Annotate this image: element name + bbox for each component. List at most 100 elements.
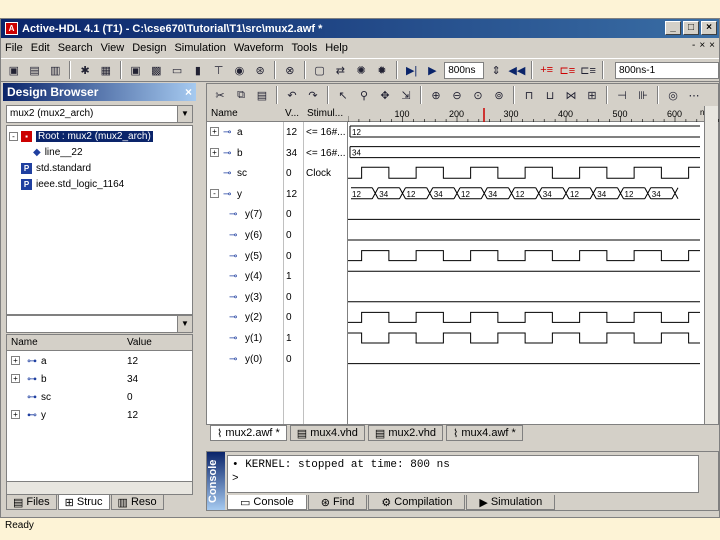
run-icon[interactable]: ▶ xyxy=(424,61,442,79)
zoom-range-icon[interactable]: ⊚ xyxy=(490,86,508,104)
vertical-scrollbar[interactable] xyxy=(704,106,718,424)
column-name[interactable]: Name xyxy=(211,108,238,119)
library-icon[interactable]: ▮ xyxy=(189,61,207,79)
paste-icon[interactable]: ▤ xyxy=(253,86,271,104)
menu-simulation[interactable]: Simulation xyxy=(174,42,225,54)
top-level-selector[interactable]: mux2 (mux2_arch) ▼ xyxy=(6,105,193,123)
design-browser-close-icon[interactable]: × xyxy=(185,85,192,99)
table-row[interactable]: + ⊶ b 34 xyxy=(7,371,192,389)
chevron-down-icon[interactable]: ▼ xyxy=(177,106,192,122)
tree-item-root[interactable]: - ▪ Root : mux2 (mux2_arch) xyxy=(9,128,153,144)
compile-icon[interactable]: ✱ xyxy=(76,61,94,79)
run-until-icon[interactable]: ▶| xyxy=(403,61,421,79)
tab-structure[interactable]: ⊞ Struc xyxy=(57,495,110,510)
expand-icon[interactable]: + xyxy=(11,410,20,419)
breakpoint-icon[interactable]: ⊏≡ xyxy=(559,61,577,79)
tab-files[interactable]: ▤ Files xyxy=(6,495,57,510)
app-icon[interactable]: A xyxy=(5,22,18,35)
pointer-icon[interactable]: ↖ xyxy=(334,86,352,104)
collapse-icon[interactable]: - xyxy=(9,131,18,141)
waveform-icon[interactable]: ▭ xyxy=(168,61,186,79)
menu-search[interactable]: Search xyxy=(58,42,93,54)
signal-add-icon[interactable]: ⊣ xyxy=(613,86,631,104)
add-signal-icon[interactable]: +≡ xyxy=(538,61,556,79)
sim-end-field[interactable] xyxy=(615,61,719,79)
tab-find[interactable]: ⊛ Find xyxy=(307,495,368,510)
spin-icon[interactable]: ⇕ xyxy=(487,61,505,79)
console-icon[interactable]: ▩ xyxy=(148,61,166,79)
redo-icon[interactable]: ↷ xyxy=(304,86,322,104)
measure-icon[interactable]: ⇲ xyxy=(397,86,415,104)
pan-icon[interactable]: ✥ xyxy=(376,86,394,104)
table-row[interactable]: + ⊷ y 12 xyxy=(7,407,192,425)
arrows-icon[interactable]: ⇄ xyxy=(332,61,350,79)
zoom-in-icon[interactable]: ⊕ xyxy=(427,86,445,104)
open-folder-icon[interactable]: ▤ xyxy=(26,61,44,79)
column-stimulator[interactable]: Stimul... xyxy=(307,108,343,119)
copy-icon[interactable]: ▢ xyxy=(311,61,329,79)
clear-icon[interactable]: ⊏≡ xyxy=(579,61,597,79)
tree-item-package[interactable]: P ieee.std_logic_1164 xyxy=(21,176,124,192)
minimize-button[interactable]: _ xyxy=(665,21,681,35)
find-next-icon[interactable]: ⋯ xyxy=(685,86,703,104)
find-icon[interactable]: ⊛ xyxy=(251,61,269,79)
tree-item-process[interactable]: ◆ line__22 xyxy=(33,144,83,160)
design-browser-icon[interactable]: ▣ xyxy=(127,61,145,79)
copy-icon[interactable]: ⧉ xyxy=(232,86,250,104)
chevron-down-icon[interactable]: ▼ xyxy=(177,316,192,332)
grid-icon[interactable]: ⊞ xyxy=(583,86,601,104)
menu-view[interactable]: View xyxy=(101,42,125,54)
maximize-button[interactable]: □ xyxy=(683,21,699,35)
expand-icon[interactable]: + xyxy=(210,127,219,136)
lightbulb-icon[interactable]: ◉ xyxy=(231,61,249,79)
close-button[interactable]: × xyxy=(701,21,717,35)
cut-icon[interactable]: ✂ xyxy=(211,86,229,104)
mdi-restore-button[interactable]: × xyxy=(699,40,705,51)
waveform-canvas[interactable]: 12 34 12 34 12 34 12 34 12 34 12 34 12 34 xyxy=(348,122,704,424)
column-name[interactable]: Name xyxy=(11,337,38,348)
new-file-icon[interactable]: ▣ xyxy=(5,61,23,79)
bus-icon[interactable]: ⋈ xyxy=(562,86,580,104)
tab-compilation[interactable]: ⚙ Compilation xyxy=(368,495,466,510)
save-icon[interactable]: ▥ xyxy=(47,61,65,79)
expand-icon[interactable]: + xyxy=(11,356,20,365)
console-output[interactable]: • KERNEL: stopped at time: 800 ns > xyxy=(227,455,699,493)
menu-help[interactable]: Help xyxy=(325,42,348,54)
column-value[interactable]: Value xyxy=(127,337,152,348)
horizontal-scrollbar[interactable] xyxy=(6,481,193,495)
mdi-minimize-button[interactable]: - xyxy=(692,40,695,51)
tab-mux4-awf[interactable]: ⌇ mux4.awf * xyxy=(446,425,523,441)
tab-mux2-vhd[interactable]: ▤ mux2.vhd xyxy=(367,425,444,441)
zoom-out-icon[interactable]: ⊖ xyxy=(448,86,466,104)
restart-icon[interactable]: ◀◀ xyxy=(508,61,526,79)
undo-icon[interactable]: ↶ xyxy=(283,86,301,104)
tab-simulation[interactable]: ▶ Simulation xyxy=(466,495,556,510)
menu-file[interactable]: File xyxy=(5,42,23,54)
mdi-close-button[interactable]: × xyxy=(709,40,715,51)
menu-design[interactable]: Design xyxy=(132,42,166,54)
menu-tools[interactable]: Tools xyxy=(292,42,318,54)
signal-list-icon[interactable]: ⊪ xyxy=(634,86,652,104)
tab-mux4-vhd[interactable]: ▤ mux4.vhd xyxy=(289,425,365,441)
table-row[interactable]: + ⊶ a 12 xyxy=(7,353,192,371)
compile-all-icon[interactable]: ▦ xyxy=(97,61,115,79)
column-value[interactable]: V... xyxy=(285,108,299,119)
zoom-icon[interactable]: ⚲ xyxy=(355,86,373,104)
zoom-fit-icon[interactable]: ⊙ xyxy=(469,86,487,104)
menu-waveform[interactable]: Waveform xyxy=(234,42,284,54)
stop-icon[interactable]: ⊗ xyxy=(281,61,299,79)
edge-rise-icon[interactable]: ⊔ xyxy=(541,86,559,104)
gear-icon[interactable]: ✺ xyxy=(352,61,370,79)
time-ruler[interactable]: 100200300400500600ns xyxy=(348,106,720,122)
tab-mux2-awf[interactable]: ⌇ mux2.awf * xyxy=(210,425,287,441)
tab-resources[interactable]: ▥ Reso xyxy=(110,495,164,510)
tree-item-package[interactable]: P std.standard xyxy=(21,160,91,176)
expand-icon[interactable]: + xyxy=(210,147,219,157)
expand-icon[interactable]: + xyxy=(11,374,20,383)
binoculars-icon[interactable]: ◎ xyxy=(664,86,682,104)
gear2-icon[interactable]: ✹ xyxy=(373,61,391,79)
menu-edit[interactable]: Edit xyxy=(31,42,50,54)
hierarchy-icon[interactable]: ⊤ xyxy=(210,61,228,79)
table-row[interactable]: ⊶ sc 0 xyxy=(7,389,192,407)
edge-icon[interactable]: ⊓ xyxy=(520,86,538,104)
